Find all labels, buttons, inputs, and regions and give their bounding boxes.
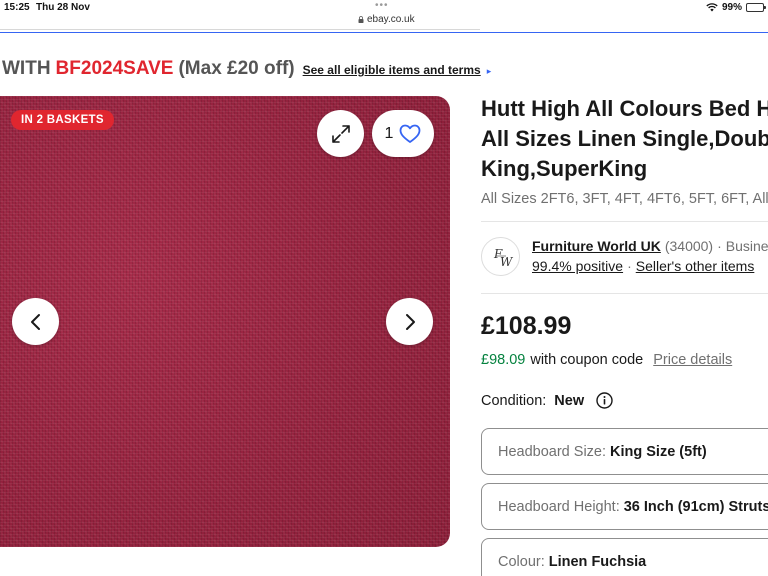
select-label: Colour:: [498, 553, 545, 570]
promo-prefix: WITH: [2, 58, 51, 79]
multitask-dots-icon[interactable]: •••: [375, 0, 389, 11]
expand-image-button[interactable]: [317, 110, 364, 157]
select-label: Headboard Size:: [498, 443, 607, 460]
basket-badge: IN 2 BASKETS: [11, 110, 114, 130]
seller-logo-icon: F W: [493, 247, 514, 269]
heart-icon: [400, 124, 421, 143]
seller-separator: ·: [627, 258, 632, 274]
seller-positive-link[interactable]: 99.4% positive: [532, 258, 623, 274]
select-value: Linen Fuchsia: [548, 553, 647, 570]
status-date: Thu 28 Nov: [36, 2, 90, 13]
condition-value: New: [554, 392, 585, 409]
select-label: Headboard Height:: [498, 498, 620, 515]
ebay-listing-page: 15:25 Thu 28 Nov ••• ebay.co.uk 99% WITH: [0, 0, 768, 576]
item-price: £108.99: [481, 312, 572, 340]
coupon-price: £98.09: [481, 352, 526, 368]
condition-row: Condition: New: [481, 392, 613, 409]
url-text: ebay.co.uk: [367, 14, 415, 25]
watch-count: 1: [384, 124, 394, 142]
battery-icon: [746, 3, 766, 12]
title-line: All Sizes Linen Single,Doub: [481, 126, 768, 151]
listing-title: Hutt High All Colours Bed H All Sizes Li…: [481, 94, 768, 184]
seller-info: Furniture World UK (34000) · Busine: [532, 238, 768, 254]
chevron-left-icon: [30, 313, 40, 330]
headboard-height-select[interactable]: Headboard Height: 36 Inch (91cm) Struts: [481, 483, 768, 530]
headboard-size-select[interactable]: Headboard Size: King Size (5ft): [481, 428, 768, 475]
seller-other-items-link[interactable]: Seller's other items: [636, 258, 755, 274]
seller-feedback-count: (34000): [664, 238, 714, 254]
chevron-right-icon: [405, 313, 415, 330]
seller-separator: ·: [717, 238, 722, 254]
product-image[interactable]: [0, 96, 450, 547]
address-bar[interactable]: ebay.co.uk: [358, 14, 415, 25]
colour-select[interactable]: Colour: Linen Fuchsia: [481, 538, 768, 576]
watchlist-button[interactable]: 1: [372, 110, 434, 157]
select-value: 36 Inch (91cm) Struts: [623, 498, 768, 515]
promo-terms-link[interactable]: See all eligible items and terms: [303, 63, 481, 77]
divider: [481, 221, 768, 222]
promo-arrow-icon[interactable]: ▸: [487, 66, 492, 77]
listing-subtitle: All Sizes 2FT6, 3FT, 4FT, 4FT6, 5FT, 6FT…: [481, 191, 768, 207]
select-value: King Size (5ft): [610, 443, 707, 460]
wifi-icon: [706, 3, 718, 12]
status-right: 99%: [706, 2, 766, 13]
promo-max: (Max £20 off): [178, 58, 295, 79]
info-icon[interactable]: [596, 392, 613, 409]
seller-name-link[interactable]: Furniture World UK: [532, 238, 661, 254]
next-image-button[interactable]: [386, 298, 433, 345]
seller-type: Busine: [725, 238, 768, 254]
lock-icon: [358, 16, 364, 23]
seller-links: 99.4% positive · Seller's other items: [532, 258, 754, 274]
seller-avatar[interactable]: F W: [481, 237, 520, 276]
browser-divider: [0, 29, 768, 33]
battery-percent: 99%: [721, 2, 742, 13]
condition-label: Condition:: [481, 392, 547, 409]
divider: [481, 293, 768, 294]
title-line: King,SuperKing: [481, 156, 648, 181]
promo-banner: WITH BF2024SAVE (Max £20 off) See all el…: [2, 58, 491, 82]
previous-image-button[interactable]: [12, 298, 59, 345]
price-details-link[interactable]: Price details: [653, 352, 732, 368]
promo-code: BF2024SAVE: [55, 58, 174, 79]
status-bar: 15:25 Thu 28 Nov ••• ebay.co.uk 99%: [0, 0, 768, 33]
expand-icon: [331, 124, 350, 143]
title-line: Hutt High All Colours Bed H: [481, 96, 768, 121]
svg-text:W: W: [500, 255, 514, 269]
coupon-row: £98.09 with coupon code Price details: [481, 352, 732, 368]
status-time: 15:25: [4, 2, 30, 13]
coupon-text: with coupon code: [530, 352, 644, 368]
